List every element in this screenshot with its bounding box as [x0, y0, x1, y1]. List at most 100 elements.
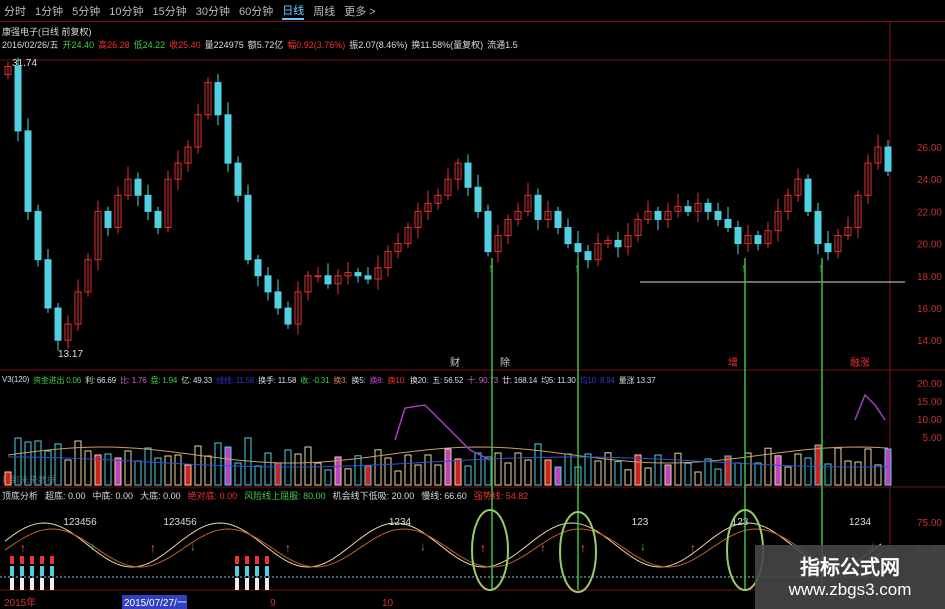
volume-bar	[494, 452, 502, 486]
candle	[534, 194, 542, 220]
chart-canvas[interactable]: 26.00 24.00 22.00 20.00 18.00 16.00 14.00 20.00…	[0, 0, 945, 609]
volume-bar	[784, 466, 792, 486]
volume-bar	[444, 448, 452, 486]
volume-tick: 10.00	[917, 415, 942, 426]
volume-bar	[474, 452, 482, 486]
signal-bar	[245, 578, 249, 590]
volume-bar	[674, 452, 682, 486]
volume-bar	[374, 449, 382, 486]
price-tick: 18.00	[917, 272, 942, 283]
signal-bar	[20, 566, 24, 576]
volume-bar	[344, 468, 352, 486]
candle	[324, 275, 332, 285]
volume-bar	[394, 470, 402, 486]
signal-bar	[20, 578, 24, 590]
up-arrow-icon: ↑	[285, 541, 291, 555]
volume-tick: 20.00	[917, 379, 942, 390]
candle	[254, 259, 262, 277]
volume-bar	[204, 455, 212, 486]
volume-bar	[694, 471, 702, 486]
signal-bar	[265, 566, 269, 576]
up-arrow-icon: ↑	[150, 541, 156, 555]
volume-bar	[714, 468, 722, 486]
volume-tick: 15.00	[917, 397, 942, 408]
volume-bar	[464, 465, 472, 486]
volume-bar	[594, 460, 602, 486]
price-tick: 26.00	[917, 143, 942, 154]
event-label: 除	[500, 356, 510, 369]
date-axis-label: 2015年	[4, 596, 36, 609]
event-label: 融涨	[850, 357, 870, 369]
wave-count-label: 123456	[163, 517, 197, 528]
volume-bar	[704, 458, 712, 486]
signal-bar	[245, 566, 249, 576]
volume-bar	[754, 462, 762, 486]
volume-bar	[614, 461, 622, 486]
candle	[724, 218, 732, 228]
volume-bar	[854, 461, 862, 486]
up-arrow-icon: ↑	[574, 261, 580, 275]
signal-bar	[265, 578, 269, 590]
volume-bar	[324, 469, 332, 486]
volume-bar	[354, 455, 362, 486]
price-tick: 24.00	[917, 175, 942, 186]
signal-bar	[20, 556, 24, 564]
volume-bar	[484, 456, 492, 486]
volume-bar	[874, 464, 882, 486]
volume-bar	[624, 469, 632, 486]
candle	[244, 194, 252, 261]
volume-bar	[554, 466, 562, 486]
candle	[24, 130, 32, 212]
volume-bar	[304, 446, 312, 486]
signal-bar	[50, 578, 54, 590]
signal-bar	[10, 556, 14, 564]
candle	[364, 275, 372, 280]
candle	[654, 210, 662, 220]
candle	[824, 243, 832, 253]
volume-bar	[684, 462, 692, 486]
price-high-label: 31.74	[12, 58, 37, 69]
volume-tick: 5.00	[923, 433, 943, 444]
candle	[474, 186, 482, 212]
volume-bar	[54, 443, 62, 486]
candle	[574, 243, 582, 253]
volume-bar	[134, 460, 142, 486]
up-arrow-icon: ↑	[540, 541, 546, 555]
volume-bar	[434, 464, 442, 486]
signal-bar	[50, 566, 54, 576]
signal-bar	[235, 566, 239, 576]
wave-count-label: 123456	[63, 517, 97, 528]
signal-bar	[30, 566, 34, 576]
up-arrow-icon: ↑	[20, 541, 26, 555]
volume-bar	[44, 450, 52, 486]
candle	[754, 235, 762, 245]
signal-bar	[255, 566, 259, 576]
candle	[234, 162, 242, 196]
candle	[484, 210, 492, 253]
volume-bar	[774, 455, 782, 486]
volume-bar	[254, 465, 262, 486]
down-arrow-icon: ↓	[640, 539, 646, 553]
volume-bar	[24, 441, 32, 486]
volume-bar	[164, 455, 172, 486]
up-arrow-icon: ↑	[488, 261, 494, 275]
volume-bar	[4, 471, 12, 486]
volume-bar	[584, 453, 592, 486]
volume-bar	[404, 454, 412, 486]
candle	[704, 202, 712, 212]
candle	[314, 275, 322, 278]
up-arrow-icon: ↑	[480, 541, 486, 555]
candle	[884, 146, 892, 172]
volume-purple-line	[854, 393, 886, 421]
volume-bar	[744, 452, 752, 486]
candle	[564, 227, 572, 245]
candle	[804, 178, 812, 212]
volume-bar	[144, 447, 152, 486]
volume-bar	[724, 455, 732, 486]
volume-bar	[84, 450, 92, 486]
signal-bar	[235, 556, 239, 564]
price-tick: 20.00	[917, 240, 942, 251]
volume-bar	[104, 453, 112, 486]
up-arrow-icon: ↑	[818, 261, 824, 275]
wave-count-label: 123	[632, 517, 649, 528]
